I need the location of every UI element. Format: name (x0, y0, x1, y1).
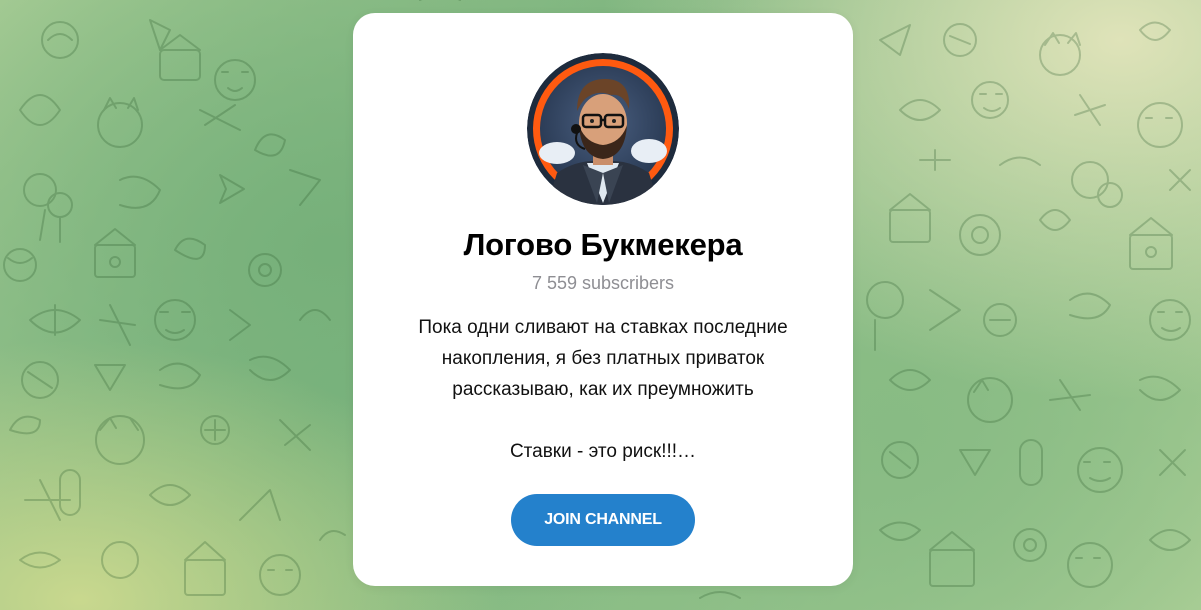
channel-title: Логово Букмекера (463, 227, 743, 262)
description-line: Пока одни сливают на ставках последние (418, 317, 788, 338)
description-line: рассказываю, как их преумножить (452, 379, 754, 400)
subscriber-count: 7 559 subscribers (531, 273, 675, 293)
description-tail: Ставки - это риск!!!… (509, 441, 697, 462)
join-channel-button[interactable]: JOIN CHANNEL (511, 494, 695, 546)
avatar-man-glasses-icon (527, 53, 679, 205)
description-line: накопления, я без платных приваток (441, 348, 765, 369)
channel-card: Логово Букмекера 7 559 subscribers Пока … (353, 13, 853, 586)
channel-description: Пока одни сливают на ставках последние н… (383, 312, 823, 467)
channel-avatar (527, 53, 679, 205)
